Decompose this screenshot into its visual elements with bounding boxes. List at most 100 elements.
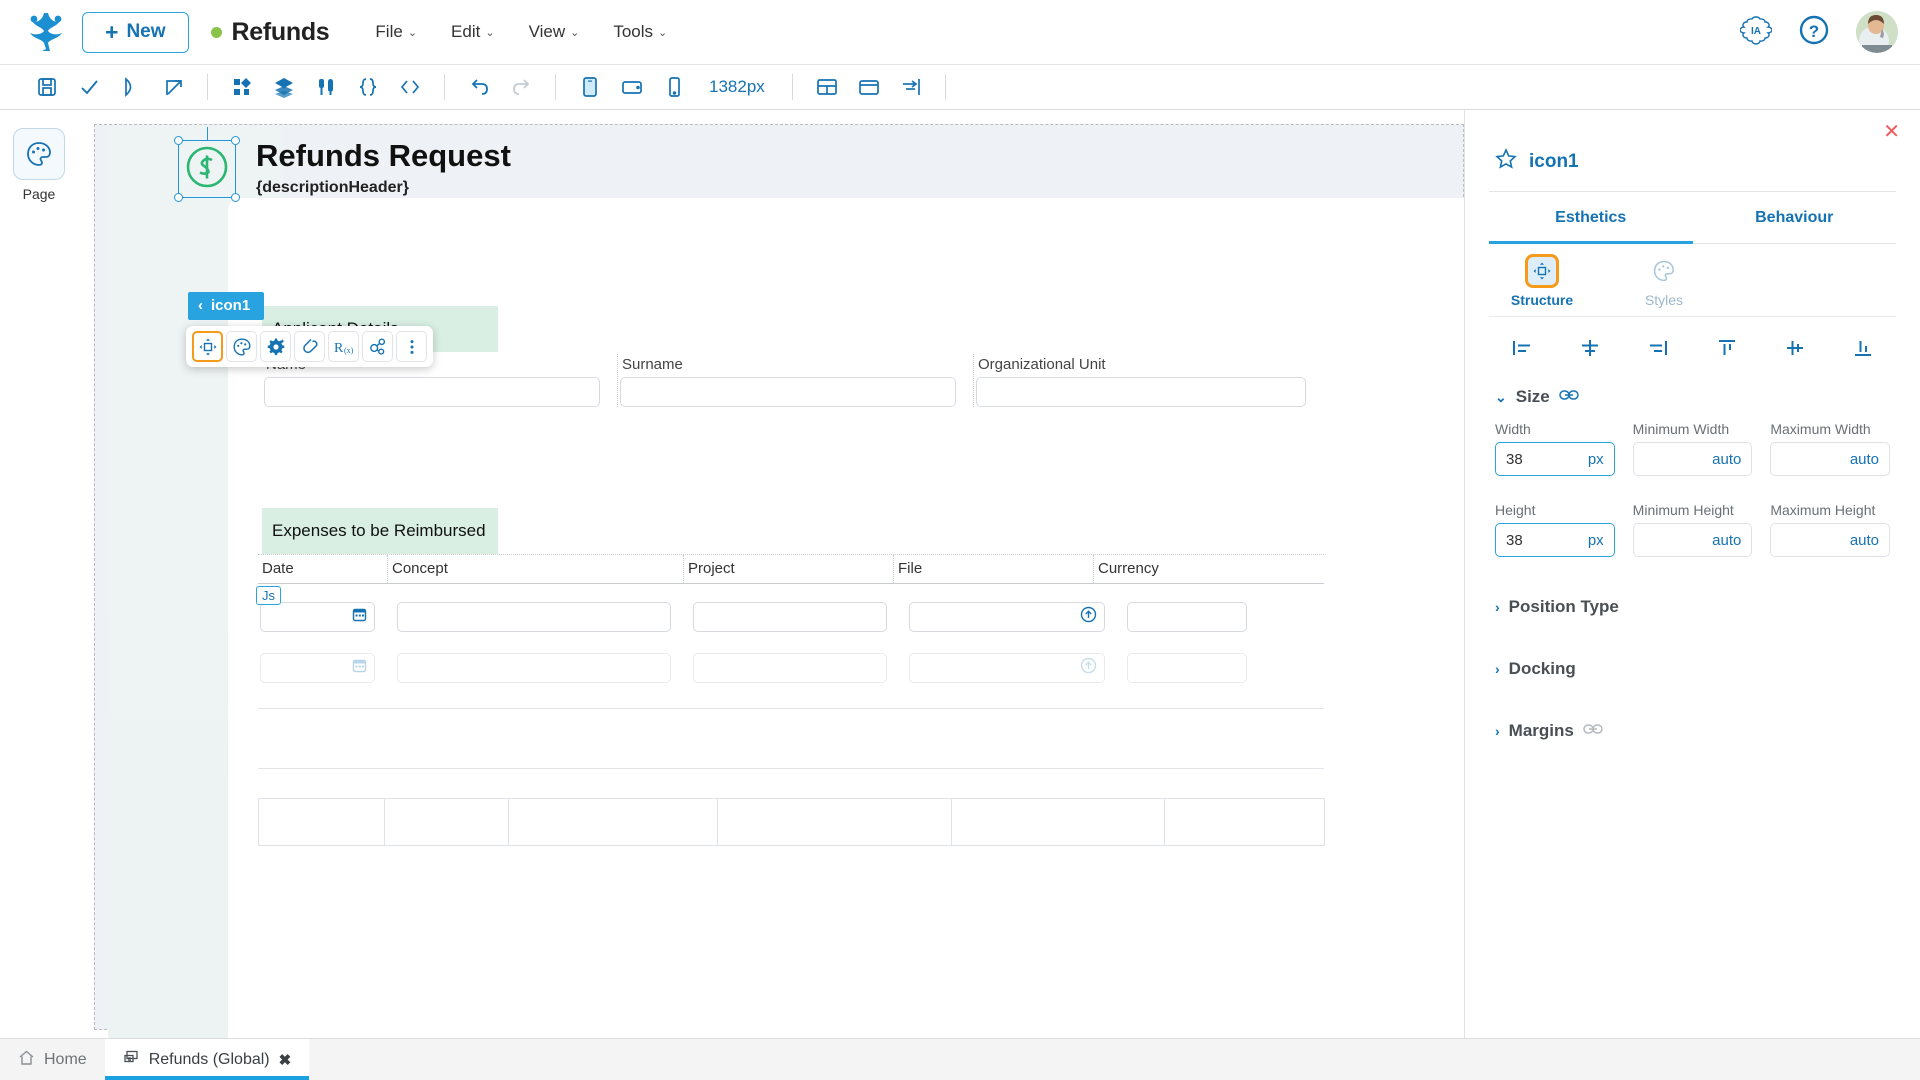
modal-view-icon[interactable] [848,68,890,106]
selection-tag[interactable]: ‹ icon1 [188,292,265,320]
width-input[interactable]: 38 px [1495,442,1615,476]
help-icon[interactable]: ? [1798,14,1830,51]
js-badge[interactable]: Js [256,586,281,605]
cell-concept-2[interactable] [397,653,671,683]
design-canvas[interactable]: Applicant Details Name Surname Organizat… [78,110,1464,1080]
min-height-input[interactable]: auto [1632,523,1753,557]
width-unit[interactable]: px [1588,451,1604,468]
position-type-section-header[interactable]: › Position Type [1489,583,1896,623]
tablet-view-icon[interactable] [611,68,653,106]
min-width-input[interactable]: auto [1632,442,1753,476]
field-name-input[interactable] [264,377,600,407]
desktop-view-icon[interactable] [569,68,611,106]
new-button[interactable]: + New [82,11,189,53]
cell-file-1[interactable] [909,602,1105,632]
close-icon[interactable]: ✕ [1883,122,1900,142]
close-icon[interactable]: ✖ [279,1051,292,1069]
summary-cell[interactable] [385,798,509,846]
subtab-styles[interactable]: Styles [1629,254,1699,308]
braces-icon[interactable] [347,68,389,106]
split-horizontal-icon[interactable] [806,68,848,106]
cell-project-2[interactable] [693,653,887,683]
expression-rx-icon[interactable]: R (x) [328,331,359,362]
align-top-icon[interactable] [1708,333,1746,363]
height-unit[interactable]: px [1588,532,1604,549]
cell-date-2[interactable] [260,653,375,683]
cell-currency-1[interactable] [1127,602,1247,632]
section-header-expenses[interactable]: Expenses to be Reimbursed [262,508,498,554]
max-width-input[interactable]: auto [1770,442,1891,476]
tab-esthetics[interactable]: Esthetics [1489,192,1693,244]
align-bottom-icon[interactable] [1844,333,1882,363]
selected-icon-element[interactable] [174,127,240,202]
star-icon[interactable] [1495,148,1517,175]
bottom-tab-refunds[interactable]: Refunds (Global) ✖ [104,1039,310,1080]
field-surname-input[interactable] [620,377,956,407]
events-icon[interactable] [362,331,393,362]
more-vertical-icon[interactable] [396,331,427,362]
resize-handle-bottom-left[interactable] [174,193,183,202]
menu-file[interactable]: File ⌄ [375,22,417,42]
summary-cell[interactable] [509,798,718,846]
cell-date-1[interactable] [260,602,375,632]
margins-section-header[interactable]: › Margins [1489,707,1896,747]
user-avatar[interactable] [1856,11,1898,53]
undo-icon[interactable] [458,68,500,106]
align-left-icon[interactable] [1503,333,1541,363]
ia-assistant-icon[interactable]: IA [1739,14,1773,51]
save-icon[interactable] [26,68,68,106]
calendar-icon[interactable] [352,658,367,678]
viewport-width-value[interactable]: 1382px [695,77,779,97]
calendar-icon[interactable] [352,607,367,627]
check-icon[interactable] [68,68,110,106]
resize-handle-bottom-right[interactable] [231,193,240,202]
data-sources-icon[interactable] [305,68,347,106]
page-title: Refunds Request [256,138,511,173]
tab-behaviour[interactable]: Behaviour [1692,192,1896,244]
align-right-icon[interactable] [1639,333,1677,363]
summary-cell[interactable] [952,798,1165,846]
height-input[interactable]: 38 px [1495,523,1615,557]
redo-icon[interactable] [500,68,542,106]
link-chain-icon[interactable] [1583,721,1603,741]
field-org-unit[interactable]: Organizational Unit [974,354,1314,407]
upload-circle-icon[interactable] [1080,606,1097,628]
run-icon[interactable] [110,68,152,106]
menu-tools[interactable]: Tools ⌄ [613,22,667,42]
bottom-tab-home[interactable]: Home [0,1039,105,1080]
cell-project-1[interactable] [693,602,887,632]
field-org-unit-input[interactable] [976,377,1306,407]
docking-section-header[interactable]: › Docking [1489,645,1896,685]
max-height-input[interactable]: auto [1770,523,1891,557]
chevron-left-icon[interactable]: ‹ [198,297,203,314]
mobile-view-icon[interactable] [653,68,695,106]
frog-logo-icon[interactable] [22,9,68,55]
settings-gear-icon[interactable] [260,331,291,362]
link-icon[interactable] [294,331,325,362]
structure-icon[interactable] [192,331,223,362]
styles-palette-icon[interactable] [226,331,257,362]
align-center-horizontal-icon[interactable] [1571,333,1609,363]
cell-currency-2[interactable] [1127,653,1247,683]
link-chain-icon[interactable] [1559,387,1579,407]
summary-cell[interactable] [718,798,952,846]
upload-circle-icon[interactable] [1080,657,1097,679]
menu-edit[interactable]: Edit ⌄ [451,22,495,42]
cell-file-2[interactable] [909,653,1105,683]
subtab-structure[interactable]: Structure [1507,254,1577,308]
size-section-header[interactable]: ⌄ Size [1489,373,1896,413]
resize-handle-top-left[interactable] [174,136,183,145]
components-icon[interactable] [221,68,263,106]
align-center-vertical-icon[interactable] [1776,333,1814,363]
menu-view[interactable]: View ⌄ [529,22,580,42]
panel-align-icon[interactable] [890,68,932,106]
cell-concept-1[interactable] [397,602,671,632]
code-icon[interactable] [389,68,431,106]
deploy-icon[interactable] [152,68,194,106]
summary-cell[interactable] [258,798,385,846]
resize-handle-top-right[interactable] [231,136,240,145]
page-palette-icon[interactable] [13,128,65,180]
field-surname[interactable]: Surname [618,354,974,407]
summary-cell[interactable] [1165,798,1325,846]
layers-icon[interactable] [263,68,305,106]
